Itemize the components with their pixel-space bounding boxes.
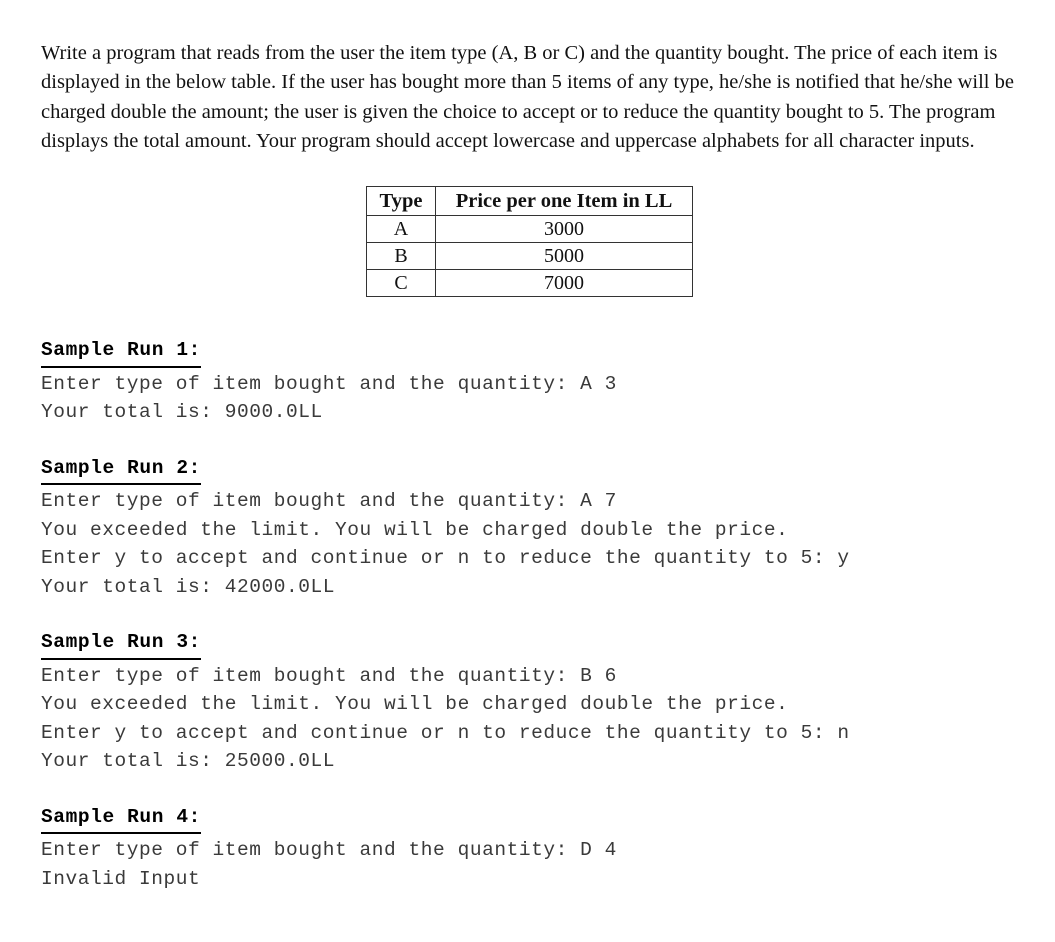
column-header-type: Type — [366, 186, 436, 216]
sample-run-4-heading: Sample Run 4: — [41, 803, 201, 834]
sample-run-3-line-1: Enter type of item bought and the quanti… — [41, 664, 617, 687]
sample-run-3-line-3: Enter y to accept and continue or n to r… — [41, 721, 850, 744]
price-table-container: Type Price per one Item in LL A 3000 B 5… — [366, 186, 693, 297]
cell-type-b: B — [366, 242, 436, 270]
table-row: B 5000 — [366, 242, 693, 270]
document-page: Write a program that reads from the user… — [0, 0, 1055, 942]
table-row: C 7000 — [366, 269, 693, 297]
problem-statement-paragraph: Write a program that reads from the user… — [41, 41, 1020, 153]
sample-run-2-heading: Sample Run 2: — [41, 454, 201, 485]
sample-run-1-heading: Sample Run 1: — [41, 336, 201, 368]
sample-runs-section: Sample Run 1: Enter type of item bought … — [41, 336, 1031, 893]
sample-run-3-line-2: You exceeded the limit. You will be char… — [41, 693, 789, 715]
cell-price-a: 3000 — [435, 215, 693, 243]
cell-price-c: 7000 — [435, 269, 693, 297]
price-table: Type Price per one Item in LL A 3000 B 5… — [366, 186, 693, 297]
sample-run-4-line-2: Invalid Input — [41, 867, 201, 890]
sample-run-2-line-3: Enter y to accept and continue or n to r… — [41, 547, 850, 569]
sample-run-4-line-1: Enter type of item bought and the quanti… — [41, 839, 617, 861]
price-table-body: A 3000 B 5000 C 7000 — [366, 215, 693, 297]
sample-run-2-line-2: You exceeded the limit. You will be char… — [41, 518, 789, 541]
cell-price-b: 5000 — [435, 242, 693, 270]
price-table-header-row: Type Price per one Item in LL — [366, 186, 693, 216]
cell-type-c: C — [366, 269, 436, 297]
sample-run-2-line-1: Enter type of item bought and the quanti… — [41, 490, 617, 512]
sample-run-3-line-4: Your total is: 25000.0LL — [41, 750, 336, 772]
sample-run-4: Sample Run 4: Enter type of item bought … — [41, 803, 1031, 894]
sample-run-2-line-4: Your total is: 42000.0LL — [41, 575, 336, 598]
sample-run-1: Sample Run 1: Enter type of item bought … — [41, 336, 1031, 427]
table-row: A 3000 — [366, 215, 693, 243]
column-header-price: Price per one Item in LL — [435, 186, 693, 216]
sample-run-1-line-1: Enter type of item bought and the quanti… — [41, 372, 617, 395]
sample-run-2: Sample Run 2: Enter type of item bought … — [41, 454, 1031, 602]
sample-run-1-line-2: Your total is: 9000.0LL — [41, 401, 323, 423]
sample-run-3: Sample Run 3: Enter type of item bought … — [41, 628, 1031, 776]
cell-type-a: A — [366, 215, 436, 243]
sample-run-3-heading: Sample Run 3: — [41, 628, 201, 660]
price-table-head: Type Price per one Item in LL — [366, 186, 693, 216]
